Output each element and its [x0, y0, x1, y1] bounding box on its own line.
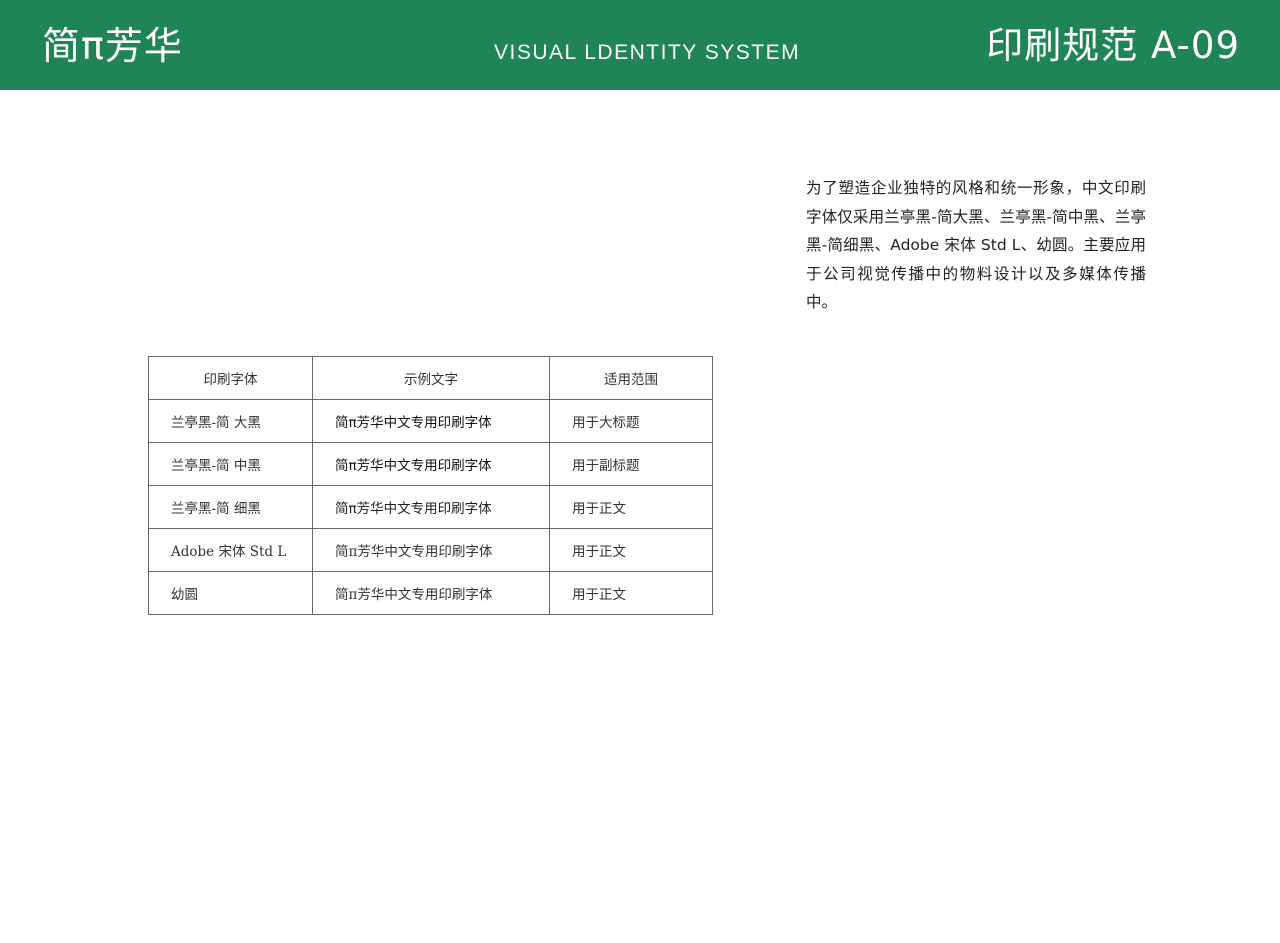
sample-text-cell: 简π芳华中文专用印刷字体 — [312, 399, 550, 443]
font-name-cell: 兰亭黑-简 中黑 — [148, 442, 313, 486]
table-row: 幼圆 简π芳华中文专用印刷字体 用于正文 — [148, 571, 713, 615]
usage-cell: 用于正文 — [549, 485, 713, 529]
brand-logo-text: 简π芳华 — [42, 24, 183, 68]
table-row: 兰亭黑-简 中黑 简π芳华中文专用印刷字体 用于副标题 — [148, 442, 713, 486]
usage-cell: 用于副标题 — [549, 442, 713, 486]
usage-cell: 用于大标题 — [549, 399, 713, 443]
column-header-sample: 示例文字 — [312, 356, 550, 400]
font-name-cell: 兰亭黑-简 细黑 — [148, 485, 313, 529]
usage-cell: 用于正文 — [549, 571, 713, 615]
table-header-row: 印刷字体 示例文字 适用范围 — [148, 356, 713, 400]
sample-text-cell: 简π芳华中文专用印刷字体 — [312, 528, 550, 572]
sample-text-cell: 简π芳华中文专用印刷字体 — [312, 485, 550, 529]
font-name-cell: 兰亭黑-简 大黑 — [148, 399, 313, 443]
font-name-cell: 幼圆 — [148, 571, 313, 615]
font-name-cell: Adobe 宋体 Std L — [148, 528, 313, 572]
header-bar: 简π芳华 VISUAL LDENTITY SYSTEM 印刷规范 A-09 — [0, 0, 1280, 90]
table-row: 兰亭黑-简 大黑 简π芳华中文专用印刷字体 用于大标题 — [148, 399, 713, 443]
section-title: 印刷规范 A-09 — [986, 24, 1240, 67]
font-table: 印刷字体 示例文字 适用范围 兰亭黑-简 大黑 简π芳华中文专用印刷字体 用于大… — [148, 356, 713, 615]
table-row: Adobe 宋体 Std L 简π芳华中文专用印刷字体 用于正文 — [148, 528, 713, 572]
column-header-font: 印刷字体 — [148, 356, 313, 400]
intro-paragraph: 为了塑造企业独特的风格和统一形象，中文印刷字体仅采用兰亭黑-简大黑、兰亭黑-简中… — [806, 179, 1146, 311]
sample-text-cell: 简π芳华中文专用印刷字体 — [312, 442, 550, 486]
header-subtitle: VISUAL LDENTITY SYSTEM — [494, 41, 801, 64]
column-header-usage: 适用范围 — [549, 356, 713, 400]
sample-text-cell: 简π芳华中文专用印刷字体 — [312, 571, 550, 615]
usage-cell: 用于正文 — [549, 528, 713, 572]
table-row: 兰亭黑-简 细黑 简π芳华中文专用印刷字体 用于正文 — [148, 485, 713, 529]
